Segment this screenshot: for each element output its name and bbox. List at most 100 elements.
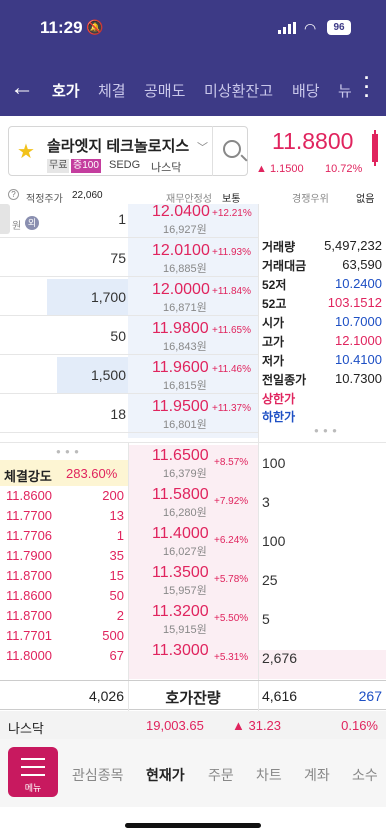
stat-value: 103.1512 [327, 295, 382, 310]
tick-price: 11.8700 [6, 608, 53, 623]
bid-qty[interactable]: 25 [262, 572, 278, 588]
bid-krw: 16,379원 [163, 468, 207, 480]
bid-krw: 15,957원 [163, 585, 207, 597]
price-change: ▲ 1.1500 [256, 163, 304, 175]
tick-qty: 500 [102, 628, 124, 643]
nav-current-price[interactable]: 현재가 [146, 765, 185, 785]
ask-pct: +11.65% [212, 325, 252, 336]
index-name: 나스닥 [8, 721, 44, 736]
bid-krw: 16,280원 [163, 507, 207, 519]
chevron-down-icon[interactable]: ﹀ [197, 139, 208, 155]
tab-unpaid-balance[interactable]: 미상환잔고 [204, 80, 273, 101]
ask-krw: 16,843원 [163, 341, 207, 353]
tab-trades[interactable]: 체결 [98, 80, 126, 101]
ask-krw: 16,927원 [163, 224, 207, 236]
ask-qty[interactable]: 1,500 [4, 367, 126, 383]
help-icon[interactable]: ? [8, 189, 19, 200]
tick-qty: 67 [109, 648, 124, 663]
screen: 11:29 🔕 ◠ 96 ← 호가 체결 공매도 미상환잔고 배당 뉴 · · · … [0, 0, 386, 837]
tab-news[interactable]: 뉴 [338, 80, 352, 101]
strength-box: 체결강도 283.60% [0, 460, 128, 486]
ask-price[interactable]: 11.9800 [152, 320, 209, 338]
ask-price[interactable]: 12.0000 [152, 281, 210, 299]
divider [0, 442, 386, 443]
row-divider [0, 276, 258, 277]
star-icon[interactable]: ★ [17, 139, 35, 164]
stat-value: 10.4100 [335, 352, 382, 367]
competitive-edge-label: 경쟁우위 [292, 194, 329, 205]
top-navbar: ← 호가 체결 공매도 미상환잔고 배당 뉴 · · · [0, 60, 386, 116]
fair-price-label: 적정주가 [26, 194, 63, 205]
bid-qty[interactable]: 5 [262, 611, 270, 627]
bid-price[interactable]: 11.3000 [152, 642, 209, 660]
stat-label: 52고 [262, 297, 287, 311]
stat-value: 5,497,232 [324, 238, 382, 253]
nav-fractional[interactable]: 소수 [352, 765, 378, 785]
status-time: 11:29 [40, 18, 83, 37]
tick-price: 11.8600 [6, 588, 53, 603]
tab-short-sell[interactable]: 공매도 [144, 80, 185, 101]
row-divider [0, 315, 258, 316]
back-arrow-icon[interactable]: ← [10, 74, 34, 102]
ask-price[interactable]: 11.9500 [152, 398, 209, 416]
ask-total: 4,026 [88, 688, 124, 704]
ask-pct: +11.93% [212, 247, 252, 258]
ask-price[interactable]: 12.0100 [152, 242, 210, 260]
status-bar: 11:29 🔕 ◠ 96 [0, 0, 386, 60]
row-divider [0, 237, 258, 238]
bid-qty[interactable]: 3 [262, 494, 270, 510]
bid-price[interactable]: 11.3500 [152, 564, 209, 582]
ask-pct: +12.21% [212, 208, 252, 219]
ask-price[interactable]: 11.9600 [152, 359, 209, 377]
bid-krw: 15,915원 [163, 624, 207, 636]
tick-qty: 1 [116, 528, 124, 543]
ask-qty[interactable]: 75 [4, 250, 126, 266]
ask-pct: +11.37% [212, 403, 252, 414]
bid-qty[interactable]: 100 [262, 533, 285, 549]
ask-krw: 16,885원 [163, 263, 207, 275]
more-vertical-icon[interactable]: · · · [362, 69, 372, 105]
tab-hoga[interactable]: 호가 [52, 80, 80, 101]
bottom-nav: 메뉴 관심종목 현재가 주문 차트 계좌 소수 [0, 739, 386, 807]
nav-watchlist[interactable]: 관심종목 [72, 765, 124, 785]
stock-name: 솔라엣지 테크놀로지스 [47, 138, 190, 155]
bid-price[interactable]: 11.4000 [152, 525, 209, 543]
column-divider [258, 204, 259, 442]
battery-icon: 96 [327, 20, 351, 35]
search-button[interactable] [212, 126, 252, 176]
bid-qty[interactable]: 100 [262, 455, 285, 471]
hamburger-icon [21, 758, 45, 776]
home-indicator [125, 823, 261, 828]
tick-qty: 200 [102, 488, 124, 503]
menu-button[interactable]: 메뉴 [8, 747, 58, 797]
mute-bell-icon: 🔕 [86, 19, 104, 35]
ask-qty[interactable]: 1,700 [4, 289, 126, 305]
bid-price[interactable]: 11.6500 [152, 447, 209, 465]
financial-stability-value: 보통 [222, 194, 241, 205]
row-divider [0, 354, 258, 355]
ask-price[interactable]: 12.0400 [152, 203, 210, 221]
bid-qty[interactable]: 2,676 [262, 650, 297, 666]
index-ticker[interactable]: 나스닥 19,003.65 ▲ 31.23 0.16% [0, 711, 386, 739]
totals-label: 호가잔량 [165, 690, 221, 707]
stat-value: 63,590 [342, 257, 382, 272]
tick-qty: 50 [109, 588, 124, 603]
bid-price[interactable]: 11.5800 [152, 486, 209, 504]
ask-pct: +11.84% [212, 286, 252, 297]
nav-order[interactable]: 주문 [208, 765, 234, 785]
ask-qty[interactable]: 1 [4, 211, 126, 227]
stat-label: 고가 [262, 335, 285, 349]
index-pct: 0.16% [341, 718, 378, 733]
column-divider [128, 443, 129, 680]
tab-dividend[interactable]: 배당 [292, 80, 320, 101]
nav-account[interactable]: 계좌 [304, 765, 330, 785]
row-divider [0, 393, 258, 394]
bid-pct: +5.78% [214, 574, 249, 585]
ask-qty[interactable]: 50 [4, 328, 126, 344]
bid-price[interactable]: 11.3200 [152, 603, 209, 621]
ask-qty[interactable]: 18 [4, 406, 126, 422]
nav-chart[interactable]: 차트 [256, 765, 282, 785]
bid-pct: +7.92% [214, 496, 249, 507]
bid-pct: +5.50% [214, 613, 249, 624]
tick-price: 11.8000 [6, 648, 53, 663]
